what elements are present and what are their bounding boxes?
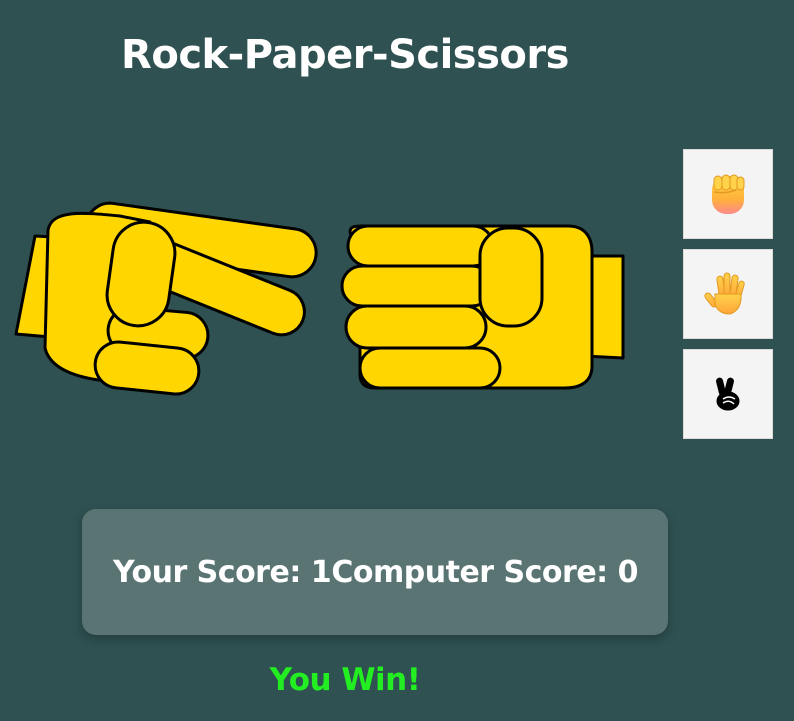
scissors-hand-icon bbox=[14, 201, 318, 396]
rock-button[interactable] bbox=[683, 149, 773, 239]
choice-buttons bbox=[683, 149, 773, 449]
computer-score: Computer Score: 0 bbox=[331, 554, 638, 590]
raised-fist-icon bbox=[712, 174, 745, 214]
game-title: Rock-Paper-Scissors bbox=[121, 32, 569, 78]
paper-button[interactable] bbox=[683, 249, 773, 339]
result-message: You Win! bbox=[269, 662, 421, 698]
raised-hand-icon bbox=[704, 272, 745, 315]
hands-display bbox=[14, 201, 625, 396]
paper-hand-icon bbox=[340, 224, 625, 390]
game-container: Rock-Paper-Scissors Your Score: 1 Comput… bbox=[0, 0, 794, 721]
scissors-button[interactable] bbox=[683, 349, 773, 439]
scoreboard: Your Score: 1 Computer Score: 0 bbox=[82, 509, 668, 635]
player-score: Your Score: 1 bbox=[113, 554, 332, 590]
victory-hand-icon bbox=[716, 377, 740, 411]
